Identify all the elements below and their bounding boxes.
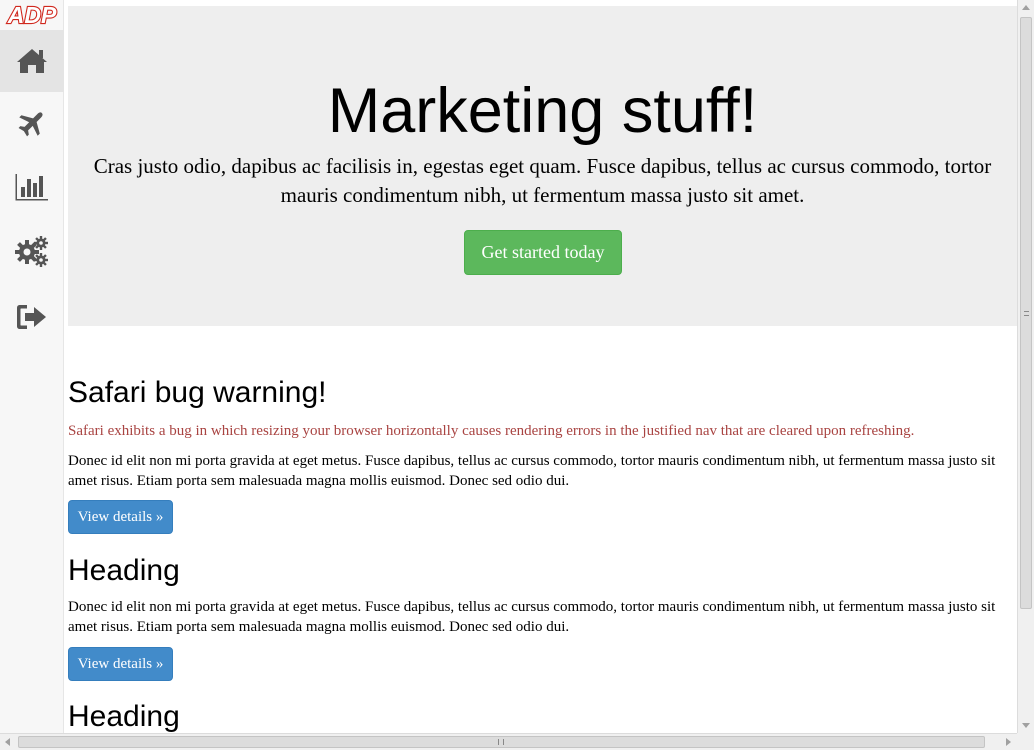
horizontal-scrollbar[interactable] [0, 733, 1017, 750]
scroll-up-arrow-icon[interactable] [1022, 5, 1030, 10]
jumbotron-title: Marketing stuff! [327, 76, 758, 146]
sidebar-item-home[interactable] [0, 30, 64, 92]
view-details-button[interactable]: View details » [68, 500, 173, 534]
home-icon [17, 49, 47, 73]
sidebar-item-logout[interactable] [0, 286, 64, 348]
view-details-button[interactable]: View details » [68, 647, 173, 681]
gears-icon [15, 236, 48, 267]
sidebar: ADP [0, 0, 64, 733]
scroll-right-arrow-icon[interactable] [1006, 738, 1011, 746]
safari-warning-text: Safari exhibits a bug in which resizing … [68, 423, 915, 439]
sidebar-item-settings[interactable] [0, 220, 64, 282]
section-body: Donec id elit non mi porta gravida at eg… [68, 453, 996, 489]
plane-icon [18, 112, 43, 137]
jumbotron: Marketing stuff! Cras justo odio, dapibu… [68, 6, 1017, 326]
sidebar-item-reports[interactable] [0, 156, 64, 218]
scrollbar-corner [1017, 733, 1034, 750]
horizontal-scroll-thumb[interactable] [18, 736, 985, 748]
sidebar-item-flights[interactable] [0, 92, 64, 154]
sign-out-icon [17, 305, 46, 329]
vertical-scrollbar[interactable] [1017, 0, 1034, 733]
logo-text: ADP [7, 2, 57, 28]
section-heading: Heading [68, 554, 180, 587]
vertical-scroll-thumb[interactable] [1020, 17, 1032, 609]
section-body: Donec id elit non mi porta gravida at eg… [68, 599, 996, 635]
scroll-down-arrow-icon[interactable] [1022, 723, 1030, 728]
get-started-button[interactable]: Get started today [464, 230, 622, 275]
bar-chart-icon [15, 174, 48, 201]
adp-logo[interactable]: ADP [2, 1, 62, 29]
scroll-left-arrow-icon[interactable] [5, 738, 10, 746]
section-heading: Heading [68, 700, 180, 733]
jumbotron-lead: Cras justo odio, dapibus ac facilisis in… [93, 154, 992, 207]
section-heading: Safari bug warning! [68, 376, 327, 409]
main-content: Marketing stuff! Cras justo odio, dapibu… [68, 0, 1017, 733]
